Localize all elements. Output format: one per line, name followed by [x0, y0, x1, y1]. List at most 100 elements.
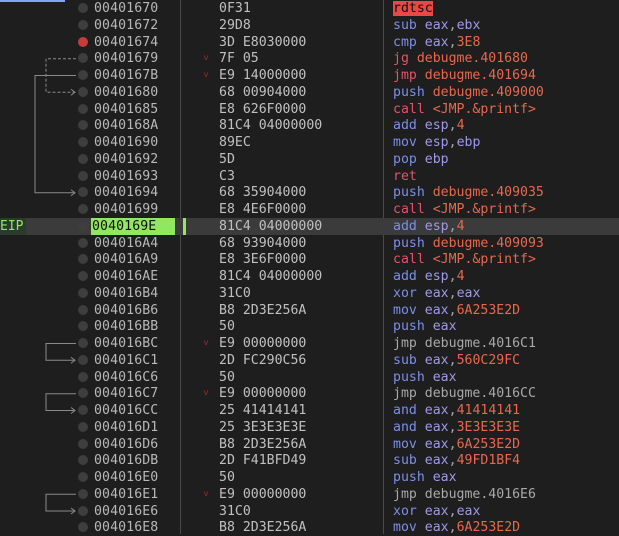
instruction-disassembly[interactable]: rdtsc: [393, 0, 433, 17]
instruction-disassembly[interactable]: xor eax,eax: [393, 285, 480, 302]
instruction-row[interactable]: 00401674 3D E8030000 cmp eax,3E8: [0, 34, 619, 51]
instruction-disassembly[interactable]: pop ebp: [393, 151, 449, 168]
instruction-address[interactable]: 00401680: [93, 84, 159, 101]
instruction-bytes[interactable]: B8 2D3E256A: [219, 436, 306, 453]
instruction-bytes[interactable]: E9 00000000: [219, 385, 306, 402]
instruction-address[interactable]: 00401672: [93, 17, 159, 34]
instruction-disassembly[interactable]: call <JMP.&printf>: [393, 101, 536, 118]
instruction-bytes[interactable]: 50: [219, 318, 235, 335]
breakpoint-toggle[interactable]: [78, 53, 88, 64]
instruction-address[interactable]: 0040169E: [91, 217, 175, 235]
instruction-disassembly[interactable]: sub eax,49FD1BF4: [393, 452, 520, 469]
instruction-address[interactable]: 004016C7: [93, 385, 159, 402]
instruction-disassembly[interactable]: cmp eax,3E8: [393, 34, 480, 51]
instruction-row[interactable]: 004016BC ˅ E9 00000000 jmp debugme.4016C1: [0, 335, 619, 352]
instruction-bytes[interactable]: 3D E8030000: [219, 34, 306, 51]
instruction-disassembly[interactable]: push debugme.409035: [393, 184, 544, 201]
breakpoint-toggle[interactable]: [78, 70, 88, 80]
instruction-address[interactable]: 004016A9: [93, 251, 159, 268]
instruction-address[interactable]: 004016B6: [93, 302, 159, 319]
breakpoint-toggle[interactable]: [78, 237, 88, 248]
instruction-row[interactable]: 004016CC 25 41414141 and eax,41414141: [0, 402, 619, 419]
instruction-disassembly[interactable]: sub eax,560C29FC: [393, 352, 520, 369]
breakpoint-toggle[interactable]: [78, 522, 88, 533]
breakpoint-toggle[interactable]: [78, 220, 88, 231]
instruction-row[interactable]: 00401694 68 35904000 push debugme.409035: [0, 184, 619, 201]
instruction-address[interactable]: 004016E6: [93, 503, 159, 520]
instruction-bytes[interactable]: 29D8: [219, 17, 251, 34]
instruction-bytes[interactable]: 31C0: [219, 285, 251, 302]
instruction-disassembly[interactable]: mov eax,6A253E2D: [393, 519, 520, 536]
instruction-disassembly[interactable]: mov eax,6A253E2D: [393, 302, 520, 319]
instruction-bytes[interactable]: E9 00000000: [219, 486, 306, 503]
instruction-disassembly[interactable]: push eax: [393, 469, 457, 486]
breakpoint-toggle[interactable]: [78, 321, 88, 332]
instruction-address[interactable]: 00401674: [93, 34, 159, 51]
instruction-bytes[interactable]: 81C4 04000000: [219, 117, 322, 134]
instruction-bytes[interactable]: E8 4E6F0000: [219, 201, 306, 218]
instruction-address[interactable]: 00401693: [93, 168, 159, 185]
instruction-bytes[interactable]: 25 3E3E3E3E: [219, 419, 306, 436]
instruction-address[interactable]: 004016BC: [93, 335, 159, 352]
instruction-row[interactable]: 00401692 5D pop ebp: [0, 151, 619, 168]
breakpoint-toggle[interactable]: [78, 338, 88, 348]
instruction-row[interactable]: 00401670 0F31 rdtsc: [0, 0, 619, 17]
instruction-address[interactable]: 004016D1: [93, 419, 159, 436]
instruction-disassembly[interactable]: push eax: [393, 369, 457, 386]
instruction-bytes[interactable]: 50: [219, 369, 235, 386]
breakpoint-toggle[interactable]: [78, 153, 88, 164]
breakpoint-toggle[interactable]: [78, 204, 88, 214]
instruction-bytes[interactable]: B8 2D3E256A: [219, 302, 306, 319]
instruction-bytes[interactable]: 2D F41BFD49: [219, 452, 306, 469]
instruction-bytes[interactable]: C3: [219, 168, 235, 185]
instruction-row[interactable]: 00401685 E8 626F0000 call <JMP.&printf>: [0, 101, 619, 118]
instruction-address[interactable]: 004016C6: [93, 369, 159, 386]
breakpoint-toggle[interactable]: [78, 3, 88, 13]
instruction-address[interactable]: 004016E8: [93, 519, 159, 536]
instruction-row[interactable]: 00401699 E8 4E6F0000 call <JMP.&printf>: [0, 201, 619, 218]
instruction-disassembly[interactable]: push eax: [393, 318, 457, 335]
instruction-row[interactable]: 004016D1 25 3E3E3E3E and eax,3E3E3E3E: [0, 419, 619, 436]
instruction-disassembly[interactable]: ret: [393, 168, 417, 185]
instruction-disassembly[interactable]: push debugme.409000: [393, 84, 544, 101]
breakpoint-icon[interactable]: [78, 36, 88, 47]
breakpoint-toggle[interactable]: [78, 438, 88, 449]
instruction-disassembly[interactable]: call <JMP.&printf>: [393, 251, 536, 268]
instruction-row[interactable]: 004016B6 B8 2D3E256A mov eax,6A253E2D: [0, 302, 619, 319]
breakpoint-toggle[interactable]: [78, 388, 88, 399]
instruction-address[interactable]: 004016E1: [93, 486, 159, 503]
instruction-address[interactable]: 004016D6: [93, 436, 159, 453]
instruction-bytes[interactable]: 7F 05: [219, 50, 259, 67]
breakpoint-toggle[interactable]: [78, 405, 88, 415]
instruction-bytes[interactable]: 89EC: [219, 134, 251, 151]
instruction-address[interactable]: 004016C1: [93, 352, 159, 369]
instruction-row[interactable]: 0040167B ˅ E9 14000000 jmp debugme.401694: [0, 67, 619, 84]
instruction-row[interactable]: 004016A9 E8 3E6F0000 call <JMP.&printf>: [0, 251, 619, 268]
instruction-bytes[interactable]: 0F31: [219, 0, 251, 17]
instruction-row[interactable]: 004016AE 81C4 04000000 add esp,4: [0, 268, 619, 285]
breakpoint-toggle[interactable]: [78, 19, 88, 30]
instruction-address[interactable]: 004016B4: [93, 285, 159, 302]
instruction-row[interactable]: 0040168A 81C4 04000000 add esp,4: [0, 117, 619, 134]
instruction-disassembly[interactable]: jmp debugme.4016E6: [393, 486, 536, 503]
instruction-disassembly[interactable]: add esp,4: [393, 268, 465, 285]
instruction-address[interactable]: 004016E0: [93, 469, 159, 486]
breakpoint-toggle[interactable]: [78, 86, 88, 97]
instruction-bytes[interactable]: 81C4 04000000: [219, 218, 322, 235]
breakpoint-toggle[interactable]: [78, 505, 88, 516]
instruction-address[interactable]: 004016BB: [93, 318, 159, 335]
instruction-row[interactable]: 004016C7 ˅ E9 00000000 jmp debugme.4016CC: [0, 385, 619, 402]
instruction-address[interactable]: 00401670: [93, 0, 159, 17]
instruction-row[interactable]: 004016E1 ˅ E9 00000000 jmp debugme.4016E6: [0, 486, 619, 503]
breakpoint-toggle[interactable]: [78, 271, 88, 281]
instruction-address[interactable]: 00401690: [93, 134, 159, 151]
breakpoint-toggle[interactable]: [78, 287, 88, 298]
instruction-address[interactable]: 00401679: [93, 50, 159, 67]
instruction-bytes[interactable]: 25 41414141: [219, 402, 306, 419]
instruction-bytes[interactable]: E9 14000000: [219, 67, 306, 84]
breakpoint-toggle[interactable]: [78, 170, 88, 181]
instruction-disassembly[interactable]: jg debugme.401680: [393, 50, 528, 67]
breakpoint-toggle[interactable]: [78, 455, 88, 466]
instruction-bytes[interactable]: 2D FC290C56: [219, 352, 306, 369]
instruction-bytes[interactable]: E8 626F0000: [219, 101, 306, 118]
